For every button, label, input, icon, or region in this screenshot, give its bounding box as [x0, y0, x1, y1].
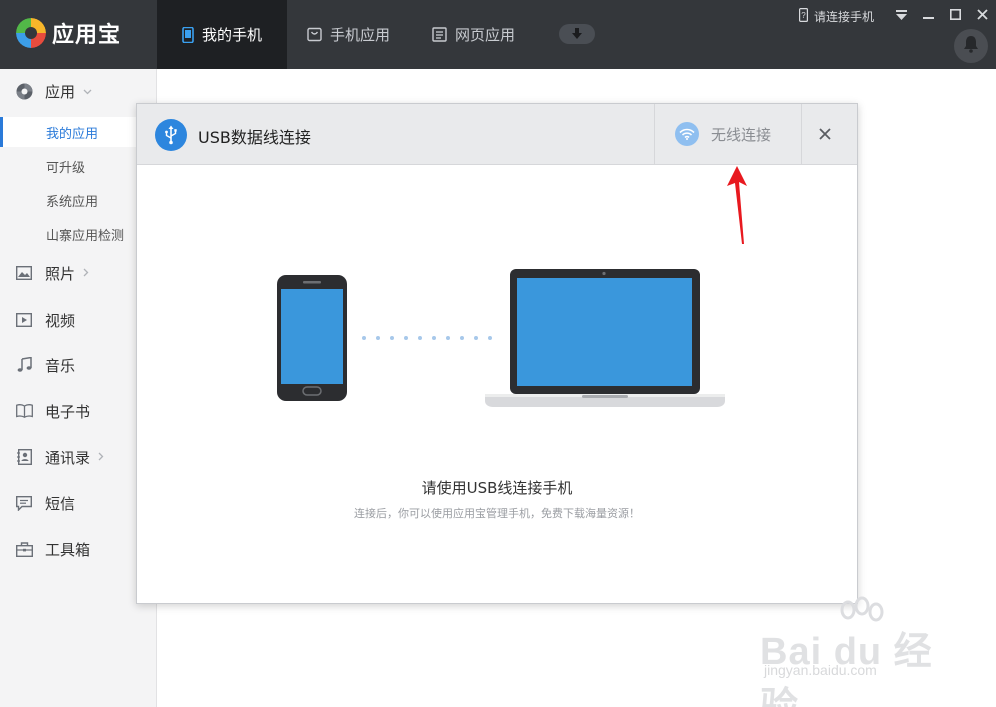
connect-hint: 连接后，你可以使用应用宝管理手机，免费下载海量资源！ [354, 507, 640, 520]
sidebar-item-label: 通讯录 [45, 448, 91, 467]
close-icon [819, 125, 831, 144]
wireless-connect-tab[interactable]: 无线连接 [654, 104, 802, 164]
video-icon [15, 311, 33, 329]
chevron-right-icon [83, 267, 89, 280]
dialog-header: USB数据线连接 无线连接 [137, 104, 857, 165]
bell-icon [963, 35, 979, 57]
connection-illustration [137, 165, 857, 605]
main-nav: 我的手机 手机应用 网页应用 [157, 0, 596, 69]
app-name: 应用宝 [52, 23, 122, 48]
sidebar-item-label: 音乐 [45, 356, 76, 375]
notification-button[interactable] [954, 29, 988, 63]
phone-connection-status[interactable]: ? 请连接手机 [798, 7, 874, 25]
sidebar-item-ebooks[interactable]: 电子书 [0, 394, 156, 428]
dialog-title: USB数据线连接 [198, 128, 311, 147]
bag-icon [307, 27, 322, 42]
usb-icon [155, 119, 187, 151]
sidebar-item-photos[interactable]: 照片 [0, 256, 156, 290]
app-logo-icon [16, 18, 46, 48]
sidebar-item-label: 电子书 [45, 402, 91, 421]
red-arrow-annotation [725, 166, 749, 250]
tab-phone-apps[interactable]: 手机应用 [287, 0, 412, 69]
phone-status-text: 请连接手机 [813, 9, 874, 24]
message-icon [15, 494, 33, 512]
tab-web-apps[interactable]: 网页应用 [412, 0, 537, 69]
window-close-button[interactable] [969, 0, 996, 32]
photo-icon [15, 264, 33, 282]
sidebar-sub-upgradable[interactable]: 可升级 [0, 151, 156, 181]
chevron-right-icon [98, 451, 104, 464]
wireless-connect-label: 无线连接 [711, 125, 772, 144]
watermark-url: jingyan.baidu.com [764, 662, 877, 678]
svg-text:?: ? [801, 11, 806, 20]
tab-label: 网页应用 [455, 26, 516, 44]
tab-label: 我的手机 [201, 26, 262, 44]
baidu-jingyan-watermark: Bai du 经验 jingyan.baidu.com [760, 596, 960, 707]
sidebar-item-label: 应用 [45, 82, 76, 101]
maximize-button[interactable] [942, 0, 969, 32]
sidebar-item-videos[interactable]: 视频 [0, 303, 156, 337]
sidebar-item-label: 短信 [45, 494, 76, 513]
connect-phone-dialog: USB数据线连接 无线连接 请使用USB线连接手机 连接后，你可以使用应用宝管理… [136, 103, 858, 604]
phone-icon [182, 26, 194, 43]
tab-my-phone[interactable]: 我的手机 [157, 0, 287, 69]
sidebar-item-label: 视频 [45, 311, 76, 330]
dialog-close-button[interactable] [813, 122, 837, 146]
chevron-down-icon [83, 85, 92, 98]
sidebar-sub-my-apps[interactable]: 我的应用 [0, 117, 156, 147]
sidebar-item-label: 工具箱 [45, 540, 91, 559]
menu-dropdown-button[interactable] [888, 0, 915, 32]
app-logo: 应用宝 [16, 17, 121, 49]
download-icon [571, 25, 583, 44]
phone-outline-icon: ? [798, 7, 808, 25]
sidebar-sub-system-apps[interactable]: 系统应用 [0, 185, 156, 215]
book-icon [15, 402, 33, 420]
usb-connection-graphic [277, 269, 725, 407]
maximize-icon [950, 9, 961, 23]
web-page-icon [432, 27, 447, 42]
minimize-button[interactable] [915, 0, 942, 32]
sidebar-item-contacts[interactable]: 通讯录 [0, 440, 156, 474]
sidebar-sub-fake-app-check[interactable]: 山寨应用检测 [0, 219, 156, 249]
phone-illustration [277, 275, 347, 401]
window-controls: ? 请连接手机 [798, 0, 996, 32]
close-icon [977, 9, 988, 23]
tab-label: 手机应用 [330, 26, 391, 44]
top-bar: 应用宝 我的手机 手机应用 网页应用 ? 请连接手机 [0, 0, 996, 69]
sidebar-item-apps[interactable]: 应用 [0, 74, 156, 108]
sidebar-item-sms[interactable]: 短信 [0, 486, 156, 520]
connection-dots [362, 336, 492, 340]
download-manager-button[interactable] [559, 24, 596, 44]
laptop-illustration [485, 269, 725, 407]
wifi-icon [675, 122, 699, 146]
minimize-icon [923, 9, 934, 23]
sidebar-item-toolbox[interactable]: 工具箱 [0, 532, 156, 566]
connect-instruction: 请使用USB线连接手机 [421, 479, 573, 497]
sidebar-item-label: 照片 [45, 264, 76, 283]
sidebar-item-music[interactable]: 音乐 [0, 348, 156, 382]
contacts-icon [15, 448, 33, 466]
music-note-icon [15, 356, 33, 374]
sidebar: 应用 我的应用 可升级 系统应用 山寨应用检测 照片 视频 音乐 电子书 通讯录… [0, 69, 157, 707]
apps-icon [15, 82, 33, 100]
toolbox-icon [15, 540, 33, 558]
menu-icon [896, 9, 907, 23]
